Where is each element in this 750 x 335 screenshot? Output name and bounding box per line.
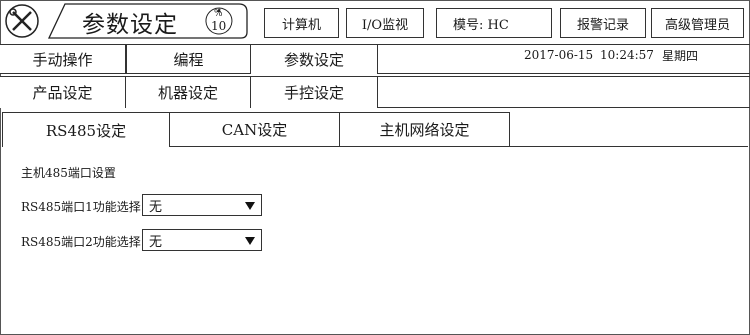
status-weekday: 星期四: [662, 49, 699, 63]
status-time: 10:24:57: [600, 48, 654, 62]
main-tab-bar: 手动操作 编程 参数设定 2017-06-15 10:24:57 星期四: [0, 44, 750, 74]
admin-button[interactable]: 高级管理员: [651, 8, 744, 38]
tools-icon[interactable]: [2, 2, 42, 40]
rs485-port1-label: RS485端口1功能选择: [21, 200, 141, 214]
mold-number-text: 模号: HC: [453, 17, 509, 33]
tab-programming[interactable]: 编程: [126, 45, 251, 74]
content-divider: [510, 146, 748, 147]
rs485-port2-value: 无: [149, 234, 163, 250]
tab-manual-control-settings[interactable]: 手控设定: [251, 77, 378, 108]
tab-host-network-settings[interactable]: 主机网络设定: [339, 112, 510, 147]
tab-can-settings[interactable]: CAN设定: [169, 112, 340, 147]
chevron-down-icon: [245, 237, 255, 245]
page-title: 参数设定: [82, 12, 178, 38]
rs485-port1-select[interactable]: 无: [142, 194, 262, 216]
tab-machine-settings[interactable]: 机器设定: [126, 77, 251, 108]
tab-product-settings[interactable]: 产品设定: [0, 77, 126, 108]
io-monitor-button[interactable]: I/O监视: [346, 8, 424, 38]
sub-tab-bar: 产品设定 机器设定 手控设定: [0, 76, 750, 108]
percent-symbol: %: [214, 9, 223, 19]
tab-parameter-settings[interactable]: 参数设定: [251, 45, 378, 74]
tab-manual-operation[interactable]: 手动操作: [0, 45, 126, 74]
page-percent-badge: % 10: [204, 6, 234, 38]
section-title: 主机485端口设置: [21, 166, 116, 180]
rs485-port1-value: 无: [149, 199, 163, 215]
alarm-log-button[interactable]: 报警记录: [560, 8, 646, 38]
page-number: 10: [211, 19, 227, 33]
computer-button[interactable]: 计算机: [264, 8, 339, 38]
rs485-port2-label: RS485端口2功能选择: [21, 235, 141, 249]
status-date: 2017-06-15: [524, 48, 594, 62]
rs485-port2-select[interactable]: 无: [142, 229, 262, 251]
tab-rs485-settings[interactable]: RS485设定: [2, 112, 170, 147]
mold-number-field[interactable]: 模号: HC: [436, 8, 552, 38]
chevron-down-icon: [245, 202, 255, 210]
